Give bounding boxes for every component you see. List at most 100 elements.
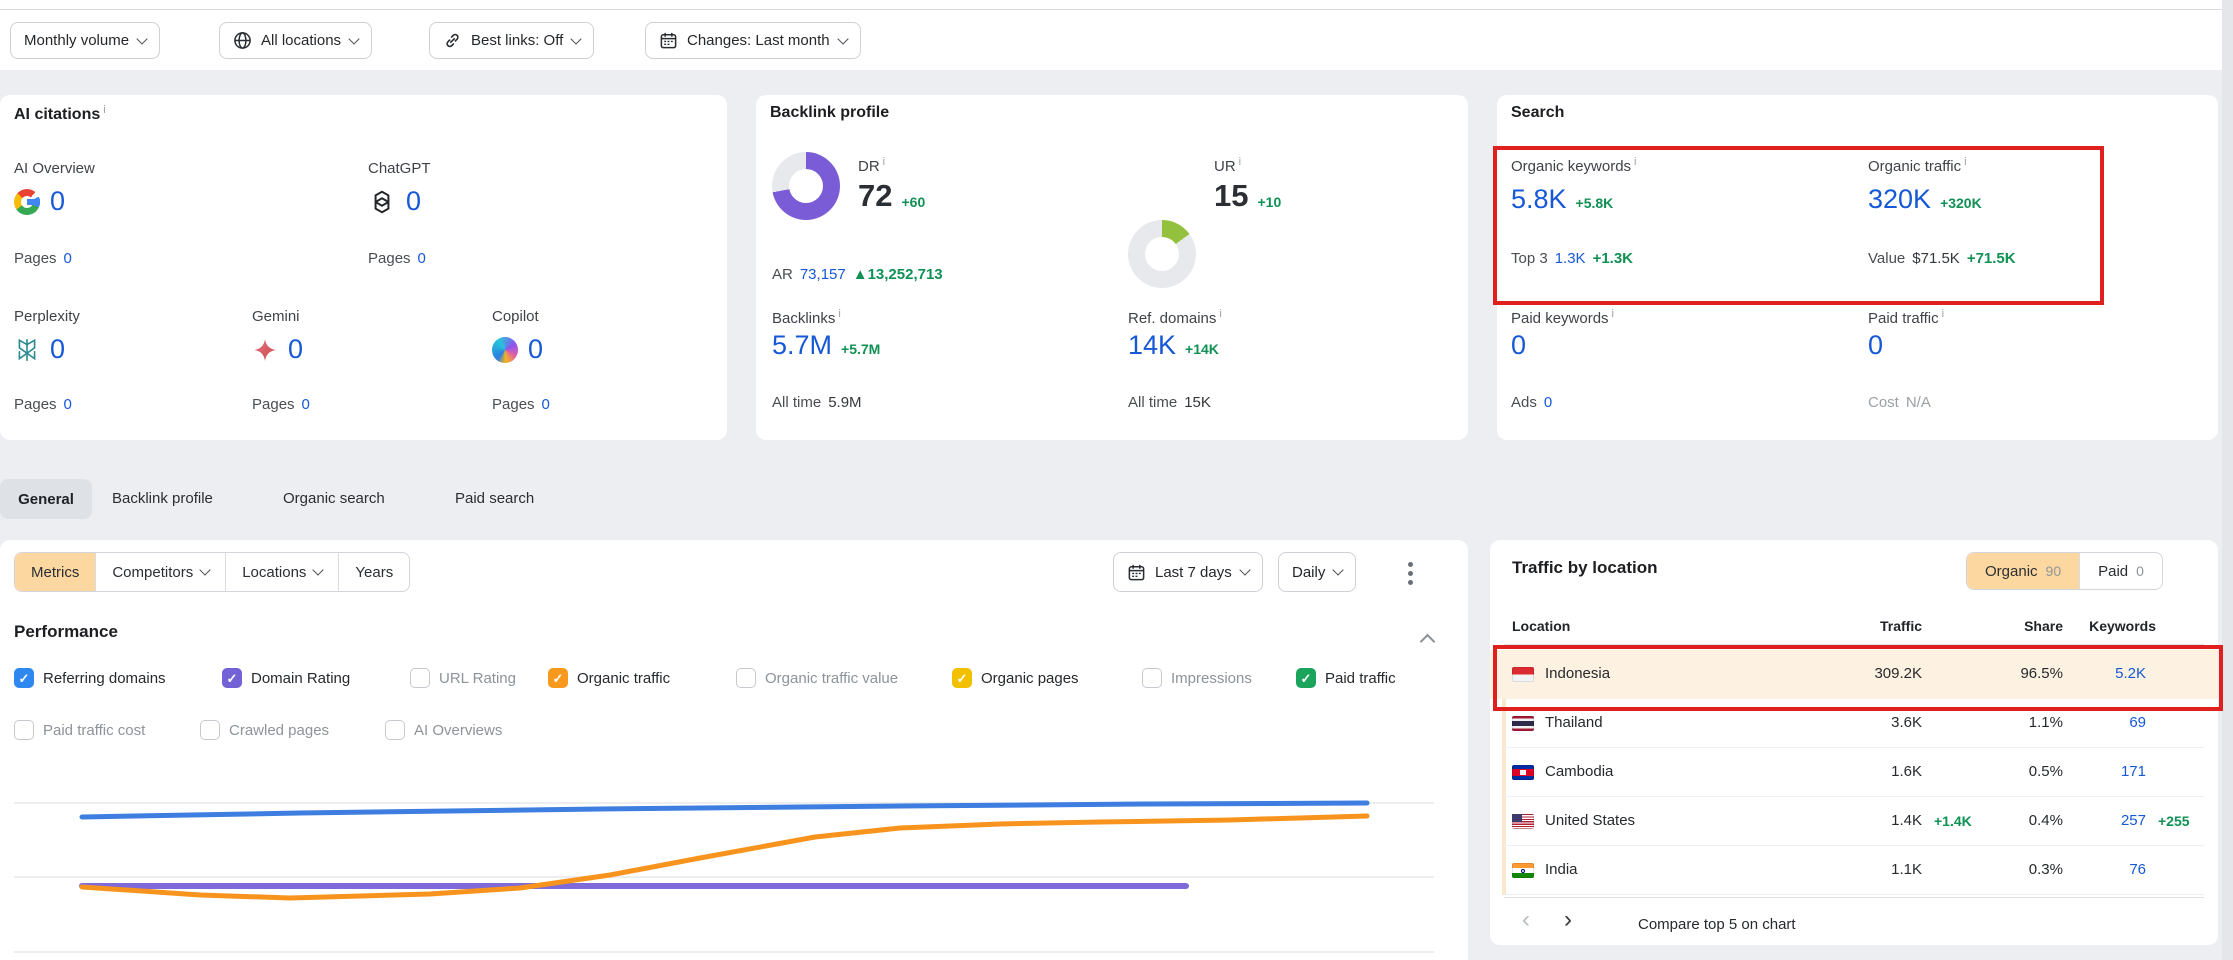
organic-traffic-value[interactable]: 320K — [1868, 184, 1931, 215]
segment-competitors[interactable]: Competitors — [95, 553, 225, 591]
copilot-pages-link[interactable]: 0 — [542, 396, 550, 413]
info-icon[interactable] — [1612, 308, 1614, 320]
info-icon[interactable] — [1239, 156, 1241, 168]
compare-top5-label[interactable]: Compare top 5 on chart — [1638, 916, 1796, 933]
table-row-cambodia[interactable]: Cambodia 1.6K 0.5% 171 — [1490, 748, 2218, 797]
perplexity-pages-link[interactable]: 0 — [64, 396, 72, 413]
best-links-label: Best links: Off — [471, 32, 563, 49]
table-row-india[interactable]: India 1.1K 0.3% 76 — [1490, 846, 2218, 895]
toggle-paid[interactable]: Paid 0 — [2079, 553, 2162, 589]
monthly-volume-dropdown[interactable]: Monthly volume — [10, 22, 160, 59]
checkbox-domain-rating[interactable]: Domain Rating — [222, 668, 350, 688]
organic-keywords-value[interactable]: 5.8K — [1511, 184, 1567, 215]
toggle-organic[interactable]: Organic 90 — [1967, 553, 2079, 589]
checkbox-paid-traffic-cost[interactable]: Paid traffic cost — [14, 720, 145, 740]
column-share[interactable]: Share — [1995, 618, 2063, 634]
row-divider — [1504, 894, 2204, 895]
prev-page-arrow[interactable] — [1522, 908, 1530, 932]
ar-row: AR 73,157 ▲13,252,713 — [772, 266, 943, 283]
chatgpt-pages-link[interactable]: 0 — [418, 250, 426, 267]
keywords-link[interactable]: 76 — [2076, 861, 2146, 878]
gemini-label: Gemini — [252, 308, 300, 325]
info-icon[interactable] — [1942, 308, 1944, 320]
ads-value-link[interactable]: 0 — [1544, 394, 1552, 411]
vertical-scrollbar[interactable] — [2222, 0, 2233, 960]
next-page-arrow[interactable] — [1564, 908, 1572, 932]
info-icon[interactable] — [838, 308, 840, 320]
checkbox-crawled-pages[interactable]: Crawled pages — [200, 720, 329, 740]
checkbox-organic-traffic[interactable]: Organic traffic — [548, 668, 670, 688]
checkbox-organic-traffic-value[interactable]: Organic traffic value — [736, 668, 898, 688]
granularity-label: Daily — [1292, 564, 1325, 581]
best-links-dropdown[interactable]: Best links: Off — [429, 22, 594, 59]
info-icon[interactable] — [883, 156, 885, 168]
checkbox-impressions[interactable]: Impressions — [1142, 668, 1252, 688]
checkbox-icon — [385, 720, 405, 740]
table-row-united-states[interactable]: United States 1.4K +1.4K 0.4% 257 +255 — [1490, 797, 2218, 846]
ref-domains-value-row: 14K +14K — [1128, 330, 1219, 361]
india-flag-icon — [1512, 863, 1534, 878]
checkbox-ai-overviews[interactable]: AI Overviews — [385, 720, 502, 740]
date-range-dropdown[interactable]: Last 7 days — [1113, 552, 1263, 592]
gemini-pages: Pages 0 — [252, 396, 310, 413]
ar-delta: ▲13,252,713 — [853, 266, 943, 283]
checkbox-paid-traffic[interactable]: Paid traffic — [1296, 668, 1396, 688]
checkbox-organic-pages[interactable]: Organic pages — [952, 668, 1079, 688]
ai-overview-pages-link[interactable]: 0 — [64, 250, 72, 267]
gemini-pages-link[interactable]: 0 — [302, 396, 310, 413]
info-icon[interactable] — [1964, 156, 1966, 168]
perplexity-value-row: 0 — [14, 334, 65, 365]
segment-metrics[interactable]: Metrics — [15, 553, 95, 591]
performance-chart[interactable] — [0, 770, 1468, 960]
column-location[interactable]: Location — [1512, 618, 1570, 634]
more-options-menu[interactable] — [1404, 558, 1417, 589]
organic-traffic-label: Organic traffic — [1868, 156, 1967, 175]
ai-overview-pages: Pages 0 — [14, 250, 72, 267]
paid-count: 0 — [2136, 563, 2144, 579]
column-traffic[interactable]: Traffic — [1790, 618, 1922, 634]
chevron-down-icon — [313, 564, 324, 575]
checkbox-icon — [14, 668, 34, 688]
gemini-value: 0 — [288, 334, 303, 365]
ar-value-link[interactable]: 73,157 — [800, 266, 846, 283]
tab-general[interactable]: General — [0, 479, 92, 519]
ai-citations-title: AI citations — [14, 104, 106, 124]
keywords-link[interactable]: 69 — [2076, 714, 2146, 731]
checkbox-icon — [1142, 668, 1162, 688]
paid-traffic-value[interactable]: 0 — [1868, 330, 1883, 361]
segment-locations[interactable]: Locations — [225, 553, 338, 591]
calendar-icon — [659, 31, 678, 50]
changes-dropdown[interactable]: Changes: Last month — [645, 22, 861, 59]
tab-organic-search[interactable]: Organic search — [283, 490, 385, 507]
backlink-profile-title: Backlink profile — [770, 104, 889, 122]
checkbox-referring-domains[interactable]: Referring domains — [14, 668, 166, 688]
checkbox-icon — [14, 720, 34, 740]
table-row-indonesia[interactable]: Indonesia 309.2K 96.5% 5.2K — [1490, 650, 2218, 699]
keywords-link[interactable]: 257 — [2076, 812, 2146, 829]
ref-domains-value[interactable]: 14K — [1128, 330, 1176, 361]
granularity-dropdown[interactable]: Daily — [1278, 552, 1356, 592]
gemini-value-row: 0 — [252, 334, 303, 365]
column-keywords[interactable]: Keywords — [2076, 618, 2156, 634]
organic-keywords-sub: Top 3 1.3K +1.3K — [1511, 250, 1633, 267]
chatgpt-value-row: 0 — [368, 186, 421, 217]
paid-keywords-value[interactable]: 0 — [1511, 330, 1526, 361]
chevron-down-icon — [837, 33, 848, 44]
chevron-down-icon — [1333, 564, 1344, 575]
keywords-link[interactable]: 171 — [2076, 763, 2146, 780]
top3-value-link[interactable]: 1.3K — [1555, 250, 1586, 267]
backlinks-value[interactable]: 5.7M — [772, 330, 832, 361]
info-icon[interactable] — [103, 104, 105, 116]
info-icon[interactable] — [1219, 308, 1221, 320]
tab-paid-search[interactable]: Paid search — [455, 490, 534, 507]
organic-keywords-delta: +5.8K — [1576, 195, 1614, 211]
segment-years[interactable]: Years — [338, 553, 409, 591]
organic-traffic-sub: Value $71.5K +71.5K — [1868, 250, 2016, 267]
checkbox-url-rating[interactable]: URL Rating — [410, 668, 516, 688]
info-icon[interactable] — [1634, 156, 1636, 168]
tab-backlink-profile[interactable]: Backlink profile — [112, 490, 213, 507]
table-row-thailand[interactable]: Thailand 3.6K 1.1% 69 — [1490, 699, 2218, 748]
keywords-link[interactable]: 5.2K — [2076, 665, 2146, 682]
us-flag-icon — [1512, 814, 1534, 829]
all-locations-dropdown[interactable]: All locations — [219, 22, 372, 59]
